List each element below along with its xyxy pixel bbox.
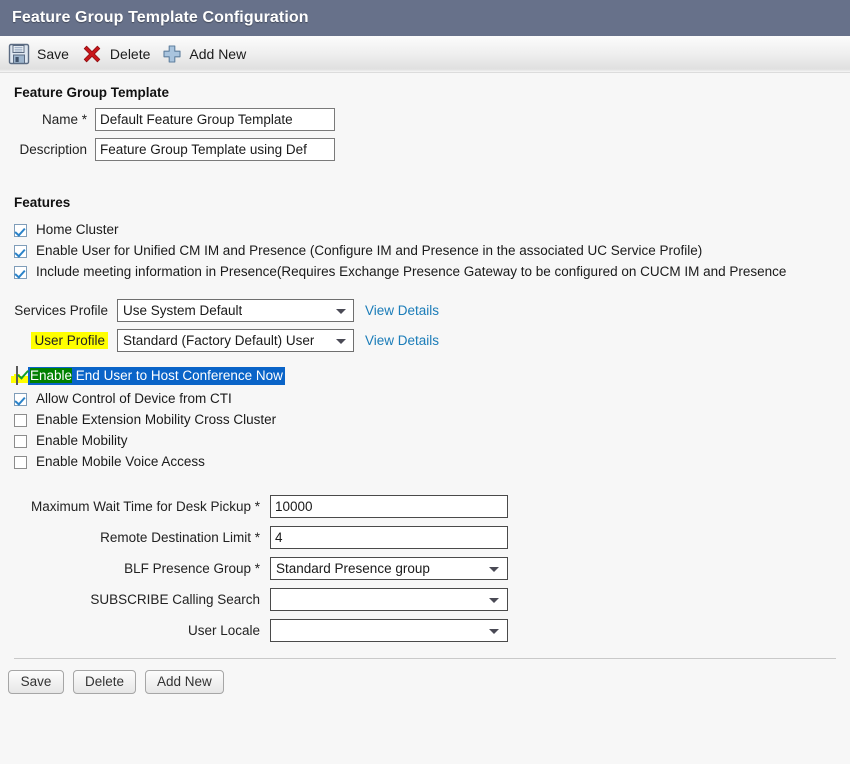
name-label: Name * [41, 112, 87, 127]
user-profile-label: User Profile [14, 332, 117, 349]
page-title: Feature Group Template Configuration [12, 9, 309, 26]
footer-delete-button[interactable]: Delete [73, 670, 137, 694]
toolbar-delete-label: Delete [109, 46, 151, 62]
toolbar-add-new-label: Add New [189, 46, 247, 62]
user-locale-label: User Locale [187, 623, 260, 638]
blf-presence-group-select[interactable]: Standard Presence group [270, 557, 508, 580]
subscribe-calling-search-label: SUBSCRIBE Calling Search [90, 592, 260, 607]
remote-destination-limit-input[interactable] [270, 526, 508, 549]
name-row: Name * [0, 108, 850, 131]
toolbar-add-new-button[interactable]: Add New [162, 44, 258, 64]
chevron-down-icon [489, 566, 499, 572]
conference-checkbox-highlight [11, 366, 35, 385]
checkbox-label-host-conference-now: Enable End User to Host Conference Now [28, 367, 285, 385]
checkbox-home-cluster[interactable] [14, 224, 27, 237]
checkbox-label-enable-mobile-voice-access: Enable Mobile Voice Access [36, 454, 205, 469]
checkbox-row-home-cluster[interactable]: Home Cluster [0, 222, 850, 237]
checkbox-label-include-meeting-info: Include meeting information in Presence(… [36, 264, 787, 279]
chevron-down-icon [489, 628, 499, 634]
checkbox-row-enable-mobility[interactable]: Enable Mobility [0, 433, 850, 448]
toolbar-save-label: Save [37, 46, 69, 62]
checkbox-label-extension-mobility-cross-cluster: Enable Extension Mobility Cross Cluster [36, 412, 277, 427]
checkbox-extension-mobility-cross-cluster[interactable] [14, 414, 27, 427]
description-row: Description [0, 138, 850, 161]
services-profile-select[interactable]: Use System Default [117, 299, 354, 322]
services-profile-row: Services Profile Use System Default View… [0, 299, 850, 322]
user-locale-select[interactable] [270, 619, 508, 642]
chevron-down-icon [336, 338, 346, 344]
checkbox-allow-control-cti[interactable] [14, 393, 27, 406]
max-wait-row: Maximum Wait Time for Desk Pickup * [0, 495, 850, 518]
name-input[interactable] [95, 108, 335, 131]
template-section-heading: Feature Group Template [14, 85, 170, 100]
max-wait-input[interactable] [270, 495, 508, 518]
checkbox-row-enable-mobile-voice-access[interactable]: Enable Mobile Voice Access [0, 454, 850, 469]
chevron-down-icon [336, 308, 346, 314]
max-wait-label: Maximum Wait Time for Desk Pickup * [30, 499, 260, 514]
page-content: Feature Group Template Name * Descriptio… [0, 73, 850, 694]
save-floppy-icon [8, 43, 30, 65]
user-profile-select[interactable]: Standard (Factory Default) User [117, 329, 354, 352]
blf-presence-group-value: Standard Presence group [276, 561, 430, 576]
checkbox-host-conference-now[interactable] [16, 366, 18, 385]
checkbox-row-extension-mobility-cross-cluster[interactable]: Enable Extension Mobility Cross Cluster [0, 412, 850, 427]
app-window: Feature Group Template Configuration Sav… [0, 0, 850, 764]
profiles-section: Services Profile Use System Default View… [0, 299, 850, 352]
settings-section: Maximum Wait Time for Desk Pickup * Remo… [0, 495, 850, 642]
user-locale-row: User Locale [0, 619, 850, 642]
description-label: Description [19, 142, 87, 157]
conference-label-highlighted-word: Enable [30, 368, 73, 383]
toolbar-delete-button[interactable]: Delete [81, 43, 162, 65]
window-titlebar: Feature Group Template Configuration [0, 0, 850, 36]
footer-button-bar: Save Delete Add New [0, 659, 850, 694]
checkbox-include-meeting-info[interactable] [14, 266, 27, 279]
conference-label-rest: End User to Host Conference Now [72, 368, 283, 383]
checkbox-row-allow-control-cti[interactable]: Allow Control of Device from CTI [0, 391, 850, 406]
subscribe-calling-search-row: SUBSCRIBE Calling Search [0, 588, 850, 611]
description-input[interactable] [95, 138, 335, 161]
subscribe-calling-search-select[interactable] [270, 588, 508, 611]
user-profile-value: Standard (Factory Default) User [123, 333, 315, 348]
checkbox-row-enable-user-im-presence[interactable]: Enable User for Unified CM IM and Presen… [0, 243, 850, 258]
user-profile-view-details-link[interactable]: View Details [365, 333, 439, 348]
footer-save-button[interactable]: Save [8, 670, 64, 694]
checkbox-label-home-cluster: Home Cluster [36, 222, 119, 237]
blf-presence-group-row: BLF Presence Group * Standard Presence g… [0, 557, 850, 580]
user-profile-row: User Profile Standard (Factory Default) … [0, 329, 850, 352]
toolbar-save-button[interactable]: Save [8, 43, 81, 65]
blf-presence-group-label: BLF Presence Group * [124, 561, 260, 576]
checkbox-row-include-meeting-info[interactable]: Include meeting information in Presence(… [0, 264, 850, 279]
checkbox-enable-mobile-voice-access[interactable] [14, 456, 27, 469]
red-x-icon [81, 43, 103, 65]
chevron-down-icon [489, 597, 499, 603]
blue-plus-icon [162, 44, 182, 64]
remote-destination-limit-label: Remote Destination Limit * [100, 530, 260, 545]
services-profile-label: Services Profile [14, 303, 108, 318]
feature-checkbox-list: Allow Control of Device from CTI Enable … [0, 391, 850, 469]
features-section-heading: Features [14, 195, 71, 210]
checkbox-label-enable-user-im-presence: Enable User for Unified CM IM and Presen… [36, 243, 703, 258]
remote-destination-limit-row: Remote Destination Limit * [0, 526, 850, 549]
checkbox-label-enable-mobility: Enable Mobility [36, 433, 128, 448]
checkbox-label-allow-control-cti: Allow Control of Device from CTI [36, 391, 232, 406]
services-profile-value: Use System Default [123, 303, 243, 318]
checkbox-enable-user-im-presence[interactable] [14, 245, 27, 258]
footer-add-new-button[interactable]: Add New [145, 670, 224, 694]
checkbox-enable-mobility[interactable] [14, 435, 27, 448]
services-profile-view-details-link[interactable]: View Details [365, 303, 439, 318]
main-toolbar: Save Delete Add New [0, 36, 850, 73]
checkbox-row-host-conference-now[interactable]: Enable End User to Host Conference Now [0, 366, 850, 385]
